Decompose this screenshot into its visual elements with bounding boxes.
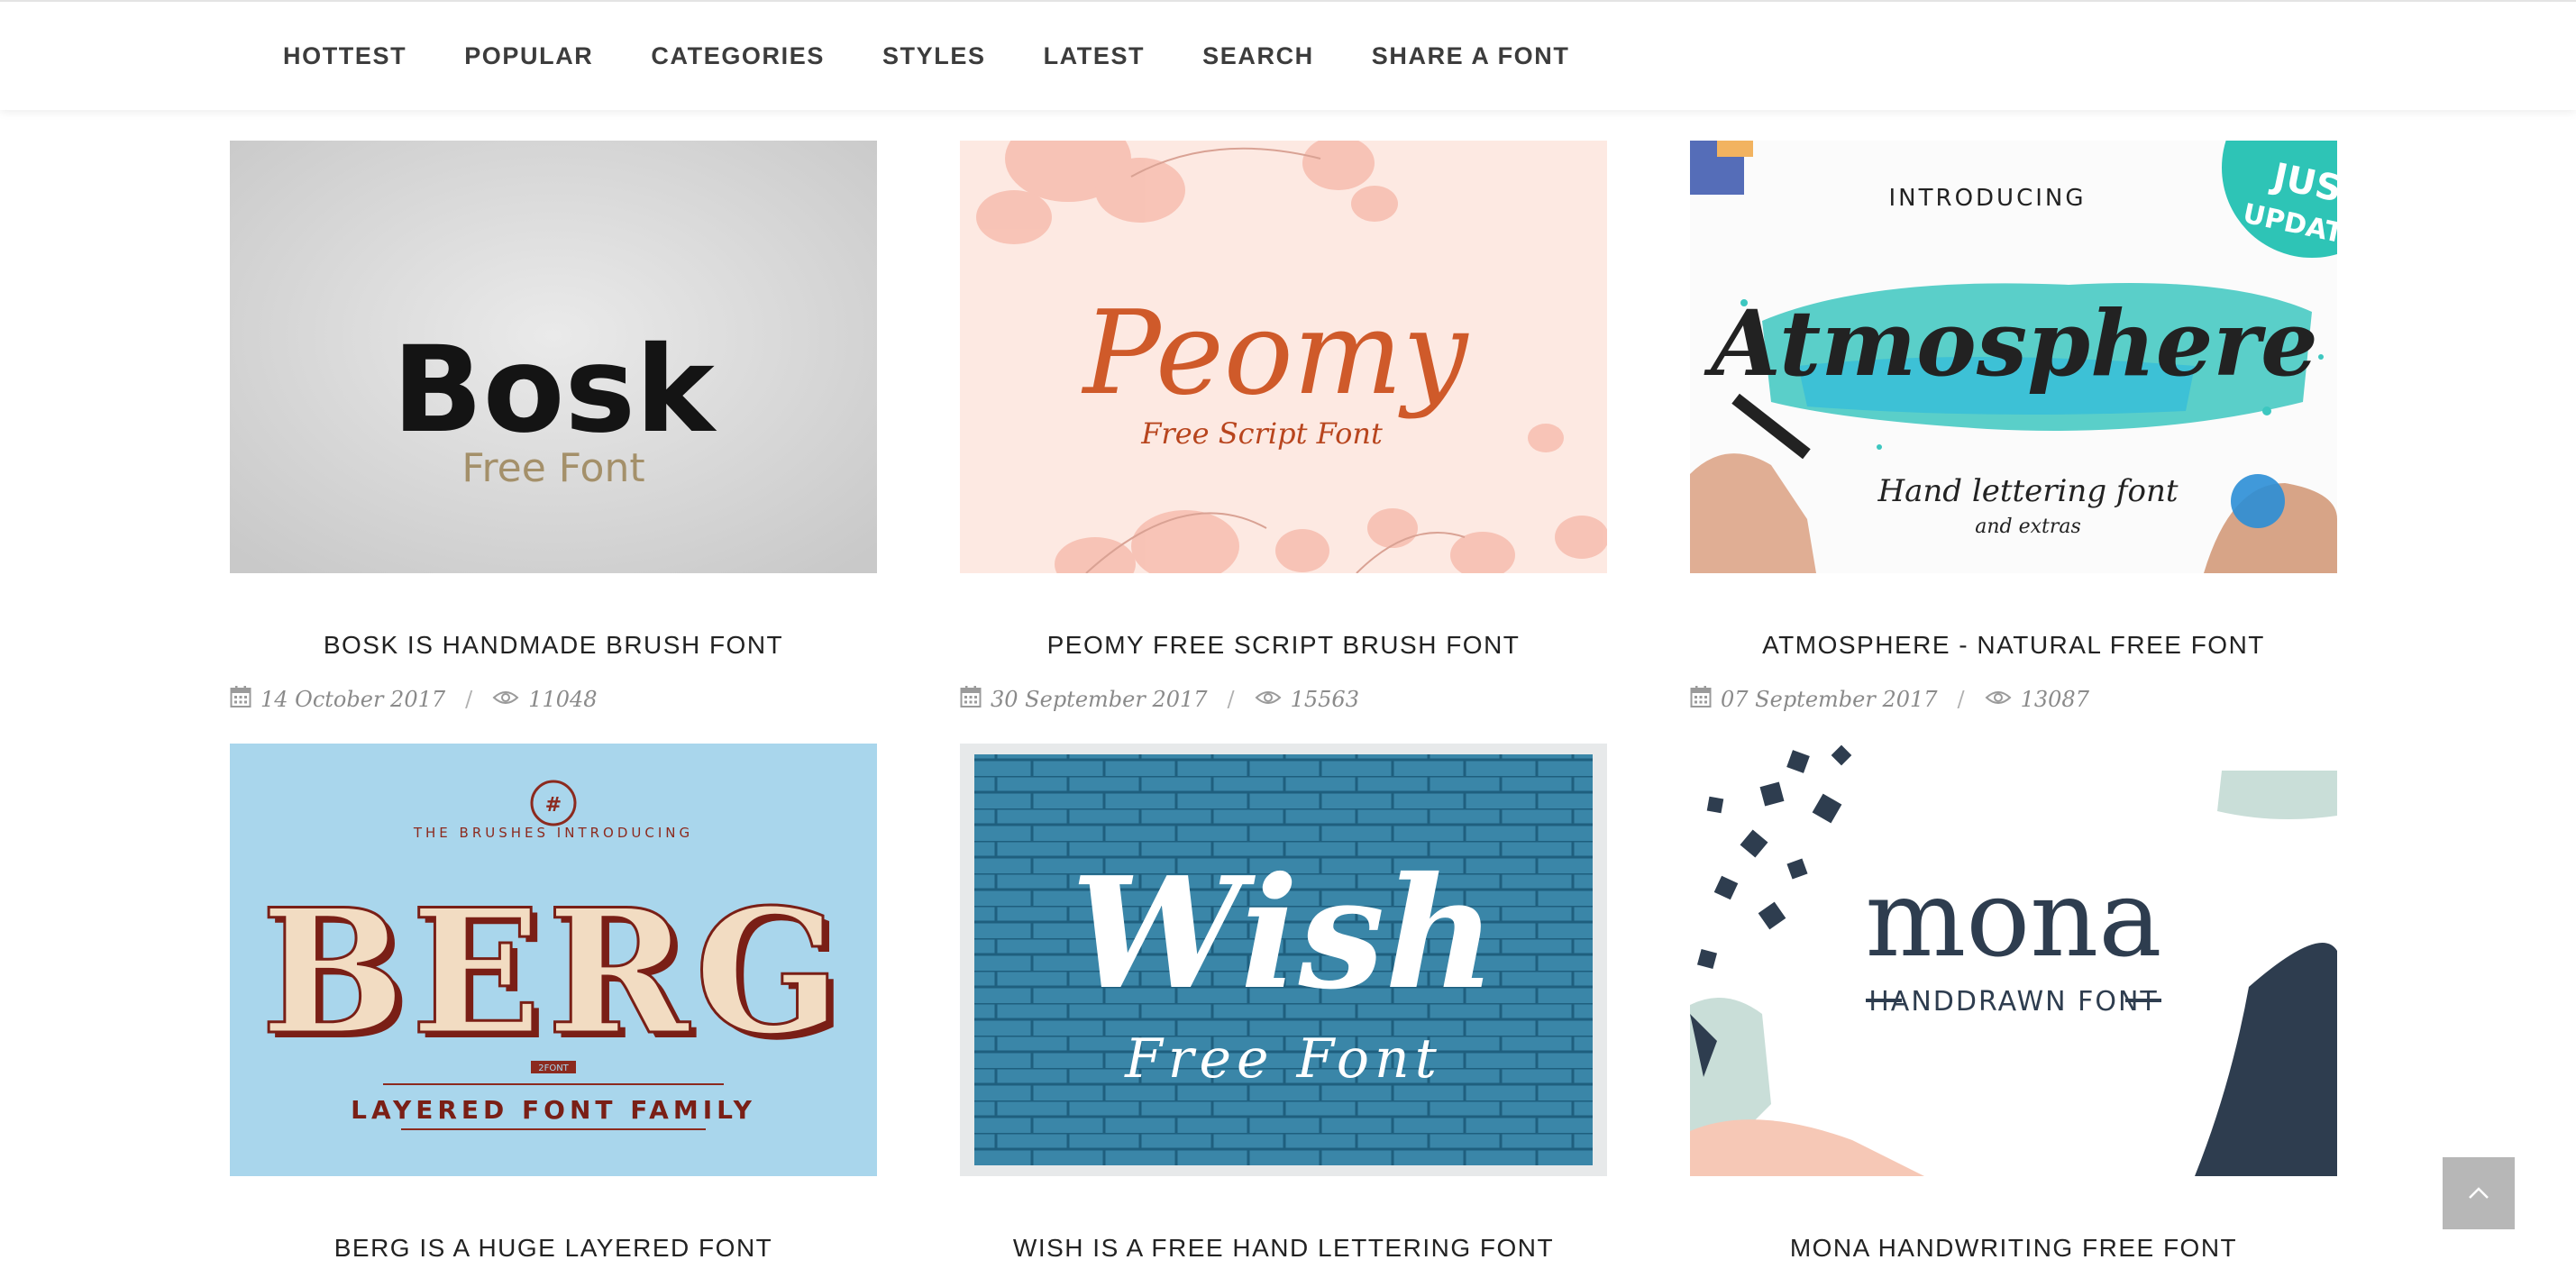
post-meta: 07 September 2017 / 13087: [1690, 685, 2089, 714]
eye-icon: [1255, 687, 1282, 712]
nav-item-latest[interactable]: LATEST: [1044, 42, 1146, 70]
svg-text:LAYERED FONT FAMILY: LAYERED FONT FAMILY: [351, 1095, 756, 1125]
chevron-up-icon: [2469, 1187, 2489, 1199]
post-title[interactable]: MONA HANDWRITING FREE FONT: [1690, 1234, 2337, 1263]
wish-preview-image: Wish Free Font: [960, 744, 1607, 1176]
post-thumbnail-atmosphere[interactable]: INTRODUCING Atmosphere Hand lettering fo…: [1690, 141, 2337, 573]
svg-text:INTRODUCING: INTRODUCING: [1889, 185, 2087, 212]
post-date: 30 September 2017: [991, 687, 1208, 712]
calendar-icon: [230, 685, 251, 714]
meta-separator: /: [465, 687, 473, 712]
svg-text:Peomy: Peomy: [1082, 287, 1470, 421]
svg-text:Wish: Wish: [1071, 844, 1496, 1024]
svg-text:BERG: BERG: [260, 872, 846, 1073]
post-title[interactable]: BERG IS A HUGE LAYERED FONT: [230, 1234, 877, 1263]
post-thumbnail-bosk[interactable]: Bosk Free Font: [230, 141, 877, 573]
post-thumbnail-mona[interactable]: mona HANDDRAWN FONT: [1690, 744, 2337, 1176]
svg-text:Atmosphere: Atmosphere: [1704, 290, 2317, 397]
nav-item-popular[interactable]: POPULAR: [464, 42, 593, 70]
calendar-icon: [960, 685, 982, 714]
meta-separator: /: [1957, 687, 1965, 712]
post-thumbnail-berg[interactable]: # THE BRUSHES INTRODUCING BERG BERG 2FON…: [230, 744, 877, 1176]
svg-text:Free Font: Free Font: [461, 445, 644, 491]
post-meta: 30 September 2017 / 15563: [960, 685, 1359, 714]
post-date: 07 September 2017: [1721, 687, 1938, 712]
calendar-icon: [1690, 685, 1712, 714]
svg-text:Hand lettering font: Hand lettering font: [1877, 473, 2178, 509]
post-views: 11048: [528, 687, 598, 712]
svg-text:and extras: and extras: [1975, 516, 2081, 538]
peomy-preview-image: Peomy Free Script Font: [960, 141, 1607, 573]
svg-text:#: #: [545, 794, 562, 817]
nav-item-search[interactable]: SEARCH: [1202, 42, 1314, 70]
eye-icon: [492, 687, 519, 712]
meta-separator: /: [1227, 687, 1235, 712]
back-to-top-button[interactable]: [2443, 1157, 2515, 1229]
post-title[interactable]: WISH IS A FREE HAND LETTERING FONT: [960, 1234, 1607, 1263]
bosk-preview-image: Bosk Free Font: [230, 141, 877, 573]
svg-text:Bosk: Bosk: [392, 321, 717, 460]
top-navigation: HOTTEST POPULAR CATEGORIES STYLES LATEST…: [0, 0, 2576, 110]
post-title[interactable]: BOSK IS HANDMADE BRUSH FONT: [230, 631, 877, 660]
post-thumbnail-wish[interactable]: Wish Free Font: [960, 744, 1607, 1176]
svg-text:THE BRUSHES INTRODUCING: THE BRUSHES INTRODUCING: [413, 825, 693, 841]
nav-item-hottest[interactable]: HOTTEST: [283, 42, 406, 70]
svg-text:Free Font: Free Font: [1124, 1027, 1442, 1091]
svg-text:2FONT: 2FONT: [538, 1063, 569, 1073]
post-title[interactable]: PEOMY FREE SCRIPT BRUSH FONT: [960, 631, 1607, 660]
nav-item-share-a-font[interactable]: SHARE A FONT: [1372, 42, 1570, 70]
eye-icon: [1985, 687, 2012, 712]
svg-text:mona: mona: [1865, 856, 2161, 981]
nav-item-styles[interactable]: STYLES: [882, 42, 986, 70]
post-meta: 14 October 2017 / 11048: [230, 685, 598, 714]
svg-text:Free Script Font: Free Script Font: [1140, 416, 1383, 451]
post-thumbnail-peomy[interactable]: Peomy Free Script Font: [960, 141, 1607, 573]
nav-item-categories[interactable]: CATEGORIES: [651, 42, 825, 70]
berg-preview-image: # THE BRUSHES INTRODUCING BERG BERG 2FON…: [230, 744, 877, 1176]
mona-preview-image: mona HANDDRAWN FONT: [1690, 744, 2337, 1176]
svg-text:HANDDRAWN FONT: HANDDRAWN FONT: [1868, 986, 2159, 1018]
post-views: 13087: [2020, 687, 2089, 712]
atmosphere-preview-image: INTRODUCING Atmosphere Hand lettering fo…: [1690, 141, 2337, 573]
nav-menu: HOTTEST POPULAR CATEGORIES STYLES LATEST…: [225, 2, 1598, 110]
post-title[interactable]: ATMOSPHERE - NATURAL FREE FONT: [1690, 631, 2337, 660]
post-views: 15563: [1290, 687, 1359, 712]
post-date: 14 October 2017: [260, 687, 446, 712]
